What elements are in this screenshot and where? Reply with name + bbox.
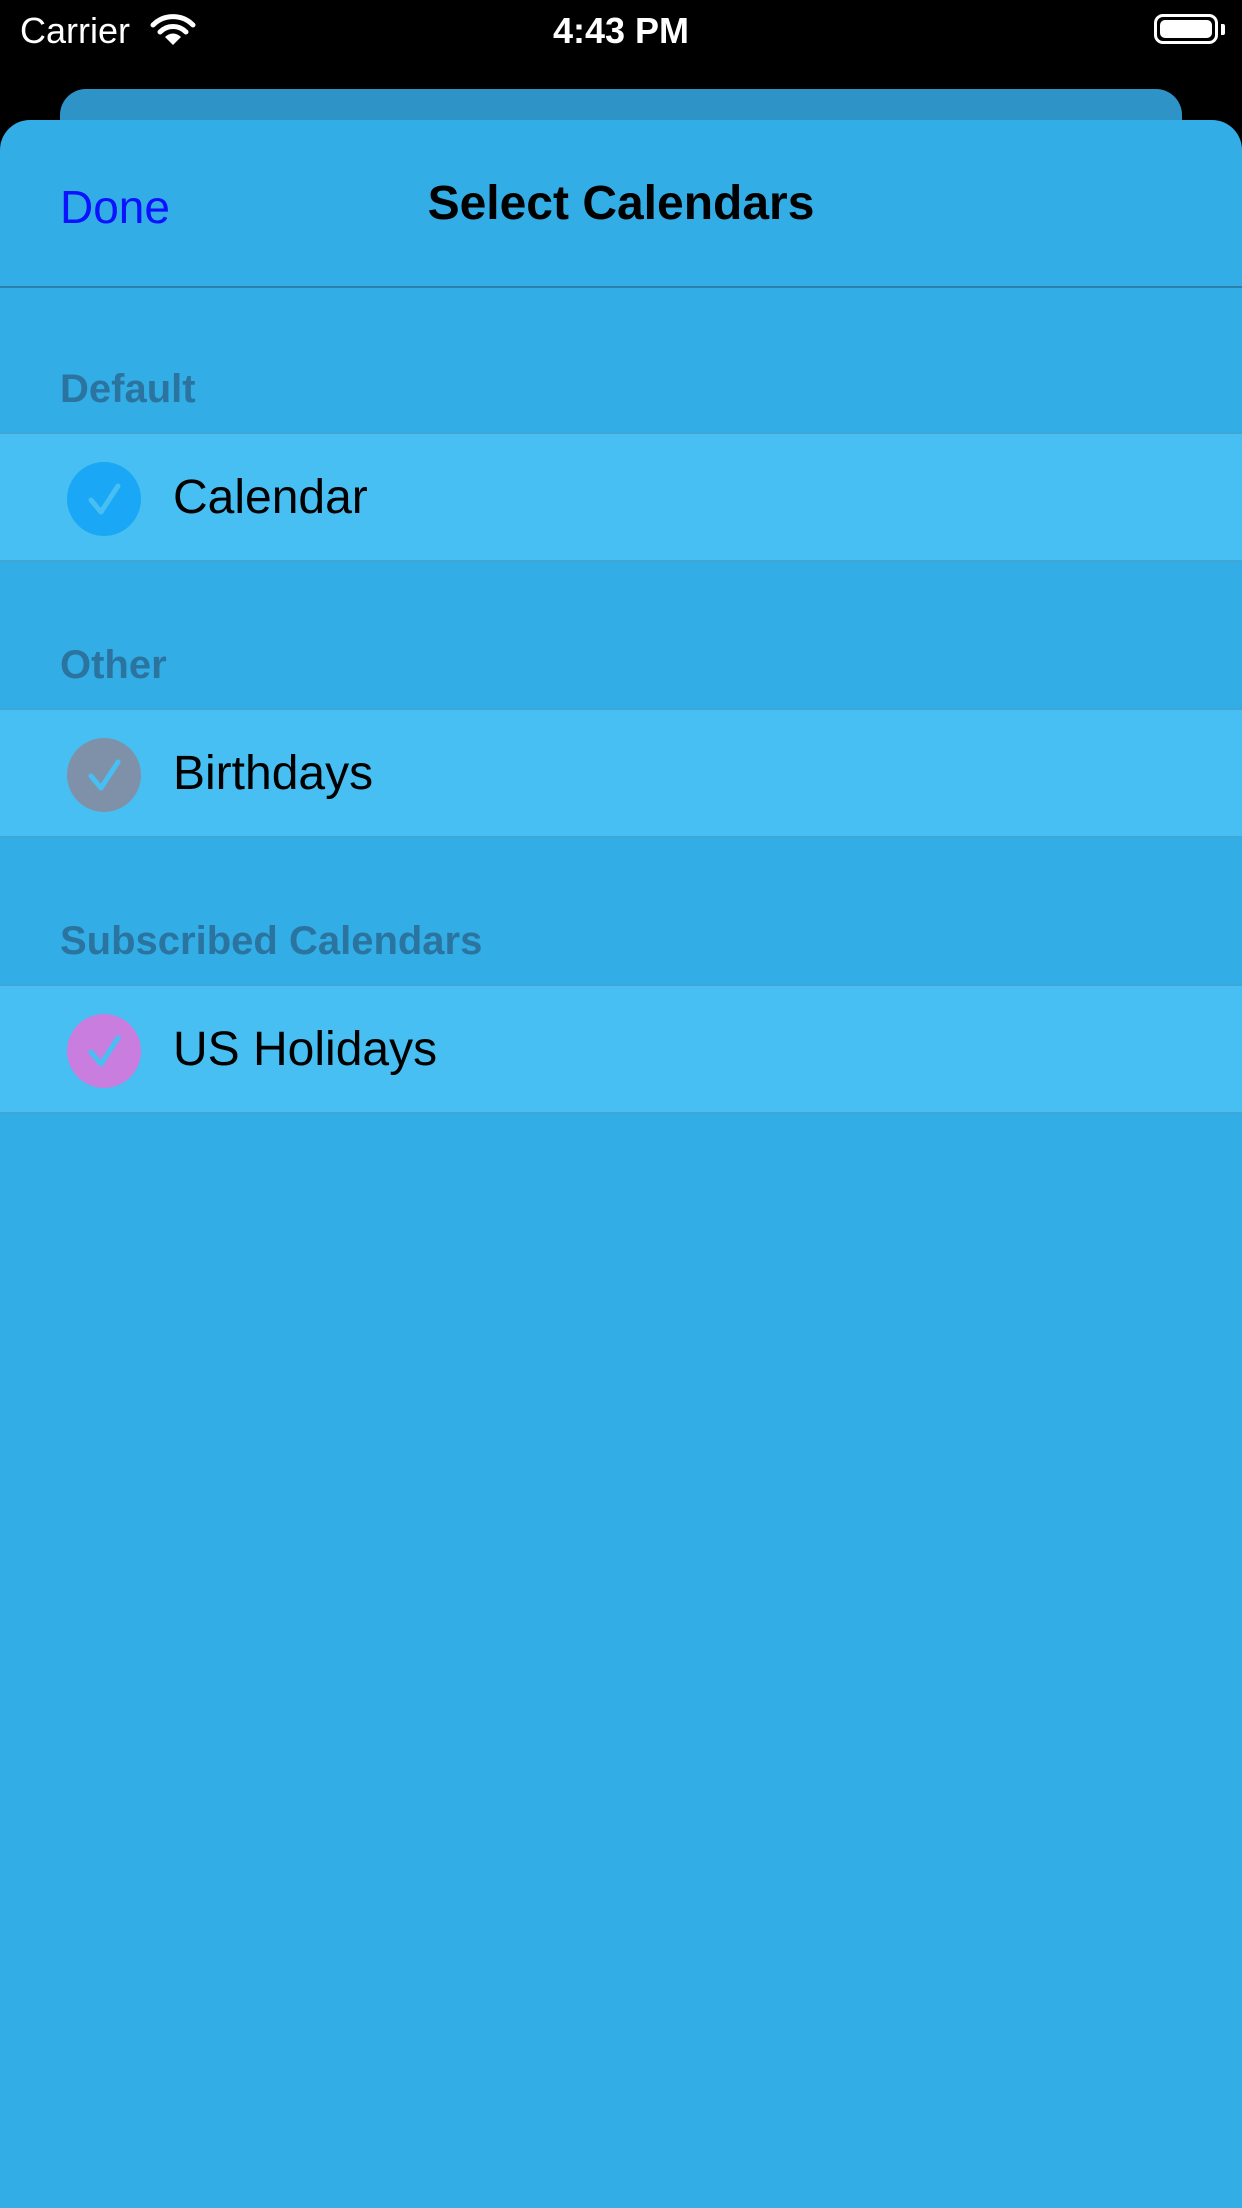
calendar-row-calendar[interactable]: Calendar (0, 432, 1242, 562)
select-calendars-sheet: Done Select Calendars Default Calendar O… (0, 120, 1242, 2208)
section-header-other: Other (60, 643, 167, 687)
color-dot (67, 738, 141, 812)
status-bar: Carrier 4:43 PM (0, 0, 1242, 62)
calendar-row-birthdays[interactable]: Birthdays (0, 708, 1242, 838)
navigation-bar: Done Select Calendars (0, 120, 1242, 288)
color-dot (67, 462, 141, 536)
calendar-name: US Holidays (173, 1023, 438, 1076)
calendar-color-circle (67, 1014, 141, 1088)
color-dot (67, 1014, 141, 1088)
battery-level-fill (1160, 20, 1212, 38)
section-header-default: Default (60, 367, 196, 411)
page-title: Select Calendars (427, 177, 815, 230)
calendar-name: Calendar (173, 471, 368, 524)
calendar-color-circle (67, 738, 141, 812)
calendar-name: Birthdays (173, 747, 374, 800)
battery-cap (1221, 24, 1225, 35)
calendar-row-us-holidays[interactable]: US Holidays (0, 984, 1242, 1114)
battery-icon (1154, 14, 1218, 44)
calendar-color-circle (67, 462, 141, 536)
status-time: 4:43 PM (552, 10, 690, 51)
section-header-subscribed: Subscribed Calendars (60, 919, 483, 963)
